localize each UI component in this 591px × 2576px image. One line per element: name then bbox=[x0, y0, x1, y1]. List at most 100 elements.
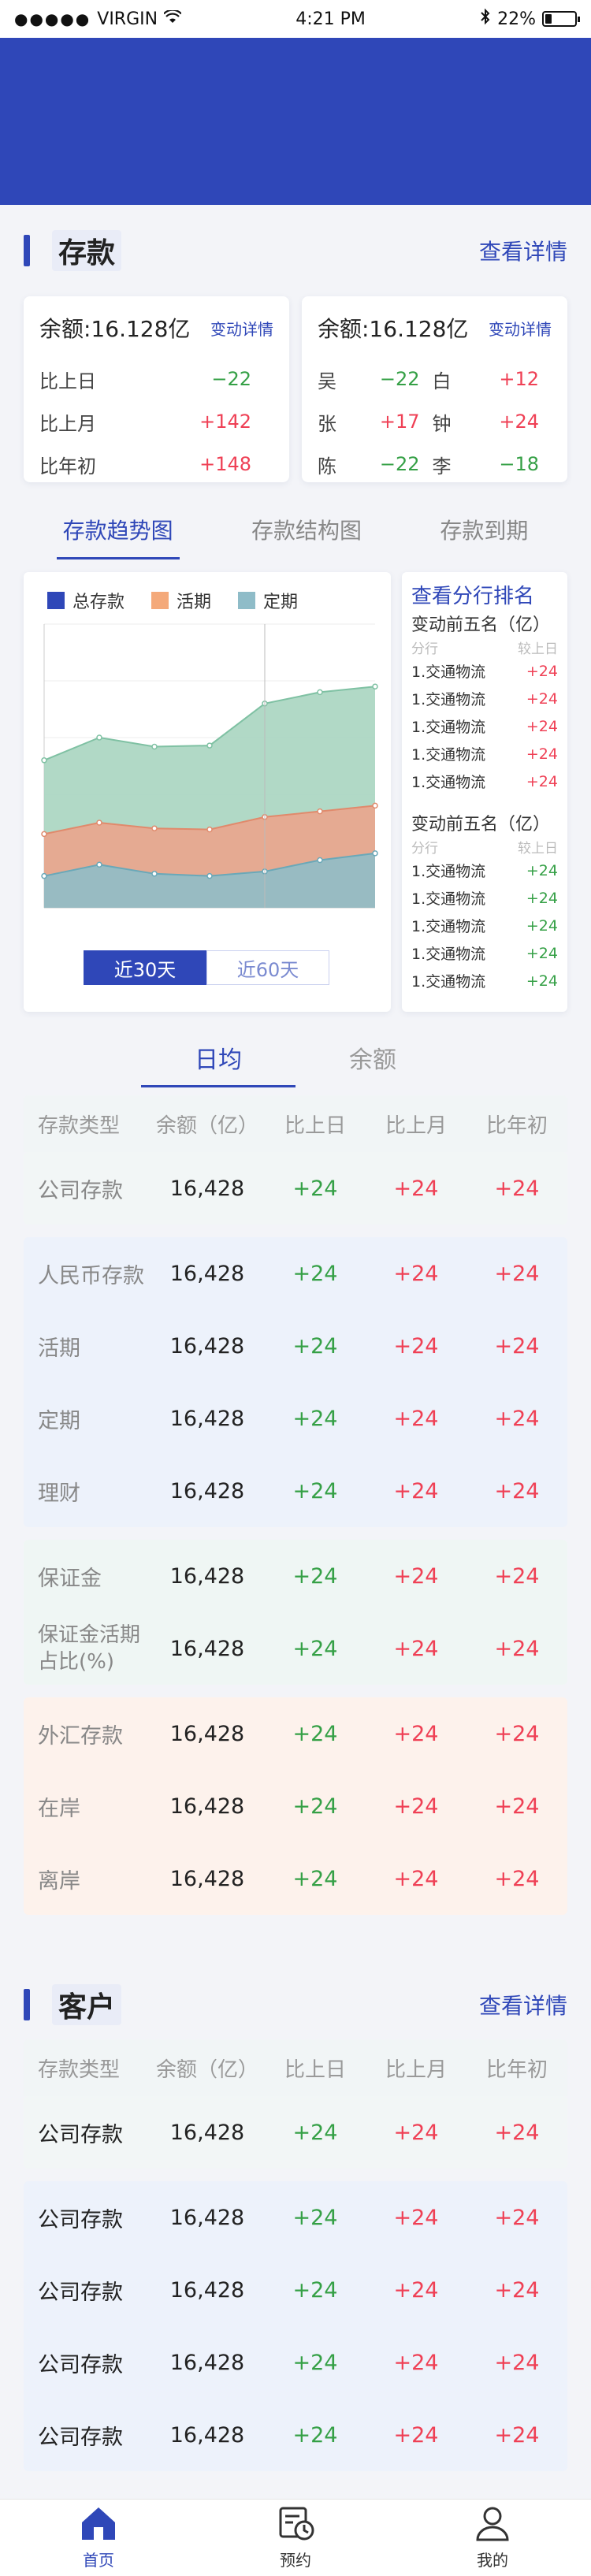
tab-deposit-maturity[interactable]: 存款到期 bbox=[433, 514, 534, 561]
legend-label: 活期 bbox=[177, 593, 212, 612]
cell-vs-month: +24 bbox=[393, 2120, 439, 2145]
user-icon bbox=[473, 2505, 512, 2544]
ranking-row[interactable]: 1.交通物流 +24 bbox=[411, 912, 558, 939]
cell-type: 公司存款 bbox=[38, 2122, 123, 2147]
table-row[interactable]: 公司存款 16,428 +24 +24 +24 bbox=[24, 2254, 567, 2326]
data-point bbox=[96, 861, 102, 868]
trend-area-chart bbox=[41, 623, 378, 909]
manager-change: −18 bbox=[499, 453, 539, 475]
th-vs-month: 比上月 bbox=[385, 2057, 447, 2082]
table-row[interactable]: 保证金活期占比(%) 16,428 +24 +24 +24 bbox=[24, 1612, 567, 1685]
manager-name: 陈 bbox=[318, 455, 336, 478]
branch-ranking-link[interactable]: 查看分行排名 bbox=[411, 580, 558, 610]
table-group: 公司存款 16,428 +24 +24 +24 bbox=[24, 1152, 567, 1225]
cell-vs-day: +24 bbox=[292, 1406, 338, 1431]
cell-balance: 16,428 bbox=[169, 1261, 245, 1286]
cell-type: 公司存款 bbox=[38, 2352, 123, 2377]
customer-details-link[interactable]: 查看详情 bbox=[479, 1989, 567, 2020]
cell-type: 公司存款 bbox=[38, 1178, 123, 1203]
ranking-row[interactable]: 1.交通物流 +24 bbox=[411, 939, 558, 967]
change-details-link[interactable]: 变动详情 bbox=[210, 317, 273, 340]
table-row[interactable]: 外汇存款 16,428 +24 +24 +24 bbox=[24, 1697, 567, 1770]
ranking-row[interactable]: 1.交通物流 +24 bbox=[411, 657, 558, 685]
branch-change: +24 bbox=[526, 861, 558, 879]
nav-home[interactable]: 首页 bbox=[43, 2505, 154, 2570]
table-row[interactable]: 在岸 16,428 +24 +24 +24 bbox=[24, 1770, 567, 1842]
tab-daily-average[interactable]: 日均 bbox=[141, 1040, 296, 1095]
table-group: 保证金 16,428 +24 +24 +24 保证金活期占比(%) 16,428 +24 +24… bbox=[24, 1540, 567, 1685]
nav-mine[interactable]: 我的 bbox=[437, 2505, 548, 2570]
balance-amount: 余额:16.128亿 bbox=[39, 316, 191, 342]
table-row[interactable]: 公司存款 16,428 +24 +24 +24 bbox=[24, 2326, 567, 2399]
compare-label: 比年初 bbox=[39, 455, 96, 478]
branch-change: +24 bbox=[526, 717, 558, 735]
table-row[interactable]: 离岸 16,428 +24 +24 +24 bbox=[24, 1842, 567, 1915]
table-row[interactable]: 公司存款 16,428 +24 +24 +24 bbox=[24, 2181, 567, 2254]
th-vs-month: 比上月 bbox=[385, 1113, 447, 1138]
table-row[interactable]: 活期 16,428 +24 +24 +24 bbox=[24, 1310, 567, 1382]
cell-vs-month: +24 bbox=[393, 1333, 439, 1359]
ranking-row[interactable]: 1.交通物流 +24 bbox=[411, 884, 558, 912]
nav-appointment[interactable]: 预约 bbox=[240, 2505, 351, 2570]
table-row[interactable]: 公司存款 16,428 +24 +24 +24 bbox=[24, 1152, 567, 1225]
cell-vs-year: +24 bbox=[494, 2120, 540, 2145]
range-60-days-button[interactable]: 近60天 bbox=[206, 950, 329, 985]
cell-balance: 16,428 bbox=[169, 1176, 245, 1201]
cell-vs-year: +24 bbox=[494, 1261, 540, 1286]
cell-vs-year: +24 bbox=[494, 1478, 540, 1504]
cell-vs-month: +24 bbox=[393, 1866, 439, 1891]
ranking-row[interactable]: 1.交通物流 +24 bbox=[411, 685, 558, 712]
battery-fill bbox=[545, 14, 552, 24]
table-row[interactable]: 理财 16,428 +24 +24 +24 bbox=[24, 1455, 567, 1527]
branch-name: 1.交通物流 bbox=[411, 746, 486, 764]
bottom-nav: 首页 预约 我的 bbox=[0, 2499, 591, 2576]
deposit-table-body: 公司存款 16,428 +24 +24 +24 人民币存款 16,428 +24 +24 +24 活… bbox=[0, 1152, 591, 1927]
deposit-title: 存款 bbox=[52, 230, 122, 271]
manager-name: 张 bbox=[318, 412, 336, 435]
cell-type: 保证金活期占比(%) bbox=[38, 1623, 141, 1674]
cell-type: 保证金 bbox=[38, 1566, 102, 1591]
table-group: 公司存款 16,428 +24 +24 +24 bbox=[24, 2096, 567, 2169]
table-tabs: 日均 余额 bbox=[0, 1040, 591, 1095]
tab-deposit-trend[interactable]: 存款趋势图 bbox=[56, 514, 180, 561]
ranking-row[interactable]: 1.交通物流 +24 bbox=[411, 857, 558, 884]
th-type: 存款类型 bbox=[38, 1113, 121, 1138]
cell-vs-month: +24 bbox=[393, 1721, 439, 1746]
tab-deposit-structure[interactable]: 存款结构图 bbox=[245, 514, 368, 561]
ranking-row[interactable]: 1.交通物流 +24 bbox=[411, 712, 558, 740]
ranking-row[interactable]: 1.交通物流 +24 bbox=[411, 967, 558, 994]
nav-home-label: 首页 bbox=[83, 2551, 114, 2570]
cell-vs-month: +24 bbox=[393, 2277, 439, 2303]
compare-row: 比年初 +148 bbox=[39, 443, 273, 485]
table-row[interactable]: 定期 16,428 +24 +24 +24 bbox=[24, 1382, 567, 1455]
data-point bbox=[96, 734, 102, 741]
compare-row: 比上日 −22 bbox=[39, 358, 273, 400]
data-point bbox=[41, 757, 47, 764]
cell-type: 公司存款 bbox=[38, 2280, 123, 2305]
cell-vs-month: +24 bbox=[393, 2350, 439, 2375]
battery-percent: 22% bbox=[497, 9, 536, 29]
legend-label: 总存款 bbox=[72, 593, 125, 612]
th-vs-day: 比上日 bbox=[284, 2057, 346, 2082]
table-row[interactable]: 公司存款 16,428 +24 +24 +24 bbox=[24, 2096, 567, 2169]
branch-ranking-card: 查看分行排名 变动前五名（亿） 分行 较上日 1.交通物流 +24 1.交通物流 +2… bbox=[402, 572, 567, 1012]
cell-balance: 16,428 bbox=[169, 1333, 245, 1359]
table-row[interactable]: 公司存款 16,428 +24 +24 +24 bbox=[24, 2399, 567, 2471]
data-point bbox=[206, 826, 213, 833]
compare-value: +142 bbox=[199, 411, 251, 433]
calendar-clock-icon bbox=[276, 2505, 315, 2544]
ranking-row[interactable]: 1.交通物流 +24 bbox=[411, 768, 558, 795]
cell-vs-day: +24 bbox=[292, 1866, 338, 1891]
legend-item: 定期 bbox=[238, 588, 298, 613]
cell-vs-year: +24 bbox=[494, 1563, 540, 1589]
range-30-days-button[interactable]: 近30天 bbox=[84, 950, 206, 985]
tab-balance[interactable]: 余额 bbox=[296, 1040, 450, 1095]
cell-vs-day: +24 bbox=[292, 1176, 338, 1201]
ranking-row[interactable]: 1.交通物流 +24 bbox=[411, 740, 558, 768]
table-row[interactable]: 保证金 16,428 +24 +24 +24 bbox=[24, 1540, 567, 1612]
change-details-link[interactable]: 变动详情 bbox=[489, 317, 552, 340]
table-row[interactable]: 人民币存款 16,428 +24 +24 +24 bbox=[24, 1237, 567, 1310]
manager-name: 白 bbox=[432, 370, 452, 392]
deposit-details-link[interactable]: 查看详情 bbox=[479, 235, 567, 266]
cell-vs-year: +24 bbox=[494, 1176, 540, 1201]
